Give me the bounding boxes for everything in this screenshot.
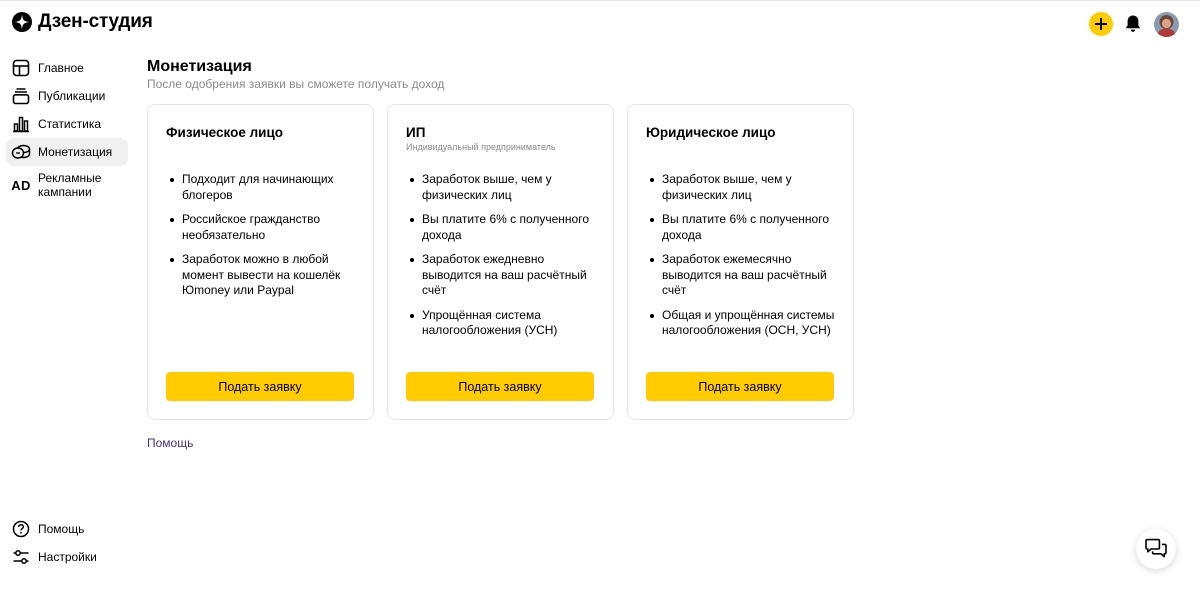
sidebar-item-main[interactable]: Главное (6, 54, 128, 82)
card-bullets: Заработок выше, чем у физических лиц Вы … (406, 172, 606, 348)
zen-logo-icon (12, 12, 32, 32)
sidebar-item-label: Главное (38, 61, 84, 75)
sidebar-item-label: Публикации (38, 89, 106, 103)
chat-support-button[interactable] (1136, 529, 1176, 569)
card-bullets: Подходит для начинающих блогеров Российс… (166, 172, 366, 308)
list-item: Российское гражданство необязательно (166, 212, 366, 243)
list-item: Заработок ежедневно выводится на ваш рас… (406, 252, 606, 299)
help-link[interactable]: Помощь (147, 436, 193, 450)
home-icon (11, 58, 31, 78)
card-title: ИП (406, 125, 426, 140)
sidebar-item-settings[interactable]: Настройки (6, 543, 128, 571)
app-title: Дзен-студия (38, 11, 153, 32)
apply-button[interactable]: Подать заявку (646, 372, 834, 401)
apply-button[interactable]: Подать заявку (166, 372, 354, 401)
ad-icon: AD (11, 177, 31, 193)
sidebar-item-label: Статистика (38, 117, 102, 131)
list-item: Вы платите 6% с полученного дохода (646, 212, 846, 243)
sidebar-item-label: Монетизация (38, 145, 113, 159)
list-item: Заработок ежемесячно выводится на ваш ра… (646, 252, 846, 299)
list-item: Подходит для начинающих блогеров (166, 172, 366, 203)
settings-icon (11, 547, 31, 567)
publications-icon (11, 86, 31, 106)
card-title: Физическое лицо (166, 125, 284, 140)
monetization-icon (11, 142, 31, 162)
list-item: Заработок выше, чем у физических лиц (646, 172, 846, 203)
chat-support-icon (1145, 538, 1167, 558)
list-item: Заработок можно в любой момент вывести н… (166, 252, 366, 299)
card-individual: Физическое лицо Подходит для начинающих … (147, 104, 374, 420)
sidebar-item-label: Настройки (38, 550, 97, 564)
sidebar-nav: Главное Публикации Статистика Монетизаци… (6, 54, 128, 204)
list-item: Заработок выше, чем у физических лиц (406, 172, 606, 203)
top-divider (0, 0, 1200, 1)
apply-button[interactable]: Подать заявку (406, 372, 594, 401)
card-subtitle: Индивидуальный предприниматель (406, 142, 556, 152)
app-logo[interactable]: Дзен-студия (12, 11, 153, 33)
page-subtitle: После одобрения заявки вы сможете получа… (147, 77, 445, 91)
sidebar-item-publications[interactable]: Публикации (6, 82, 128, 110)
card-bullets: Заработок выше, чем у физических лиц Вы … (646, 172, 846, 348)
sidebar-item-statistics[interactable]: Статистика (6, 110, 128, 138)
page-title: Монетизация (147, 58, 252, 75)
card-legal-entity: Юридическое лицо Заработок выше, чем у ф… (627, 104, 854, 420)
bell-icon (1125, 15, 1141, 32)
user-avatar[interactable] (1154, 12, 1179, 37)
statistics-icon (11, 114, 31, 134)
create-button[interactable] (1089, 12, 1113, 36)
card-title: Юридическое лицо (646, 125, 776, 140)
card-sole-proprietor: ИП Индивидуальный предприниматель Зарабо… (387, 104, 614, 420)
sidebar-item-label: Помощь (38, 522, 85, 536)
sidebar-item-label: Рекламные кампании (38, 171, 102, 199)
sidebar-item-monetization[interactable]: Монетизация (6, 138, 128, 166)
help-icon (11, 519, 31, 539)
avatar-image (1154, 12, 1179, 37)
sidebar-item-help[interactable]: Помощь (6, 515, 128, 543)
notifications-button[interactable] (1124, 14, 1142, 34)
sidebar-bottom-nav: Помощь Настройки (6, 515, 128, 571)
sidebar-item-ad-campaigns[interactable]: AD Рекламные кампании (6, 166, 128, 204)
plus-icon (1095, 18, 1107, 30)
list-item: Общая и упрощённая системы налогообложен… (646, 308, 846, 339)
list-item: Упрощённая система налогообложения (УСН) (406, 308, 606, 339)
list-item: Вы платите 6% с полученного дохода (406, 212, 606, 243)
